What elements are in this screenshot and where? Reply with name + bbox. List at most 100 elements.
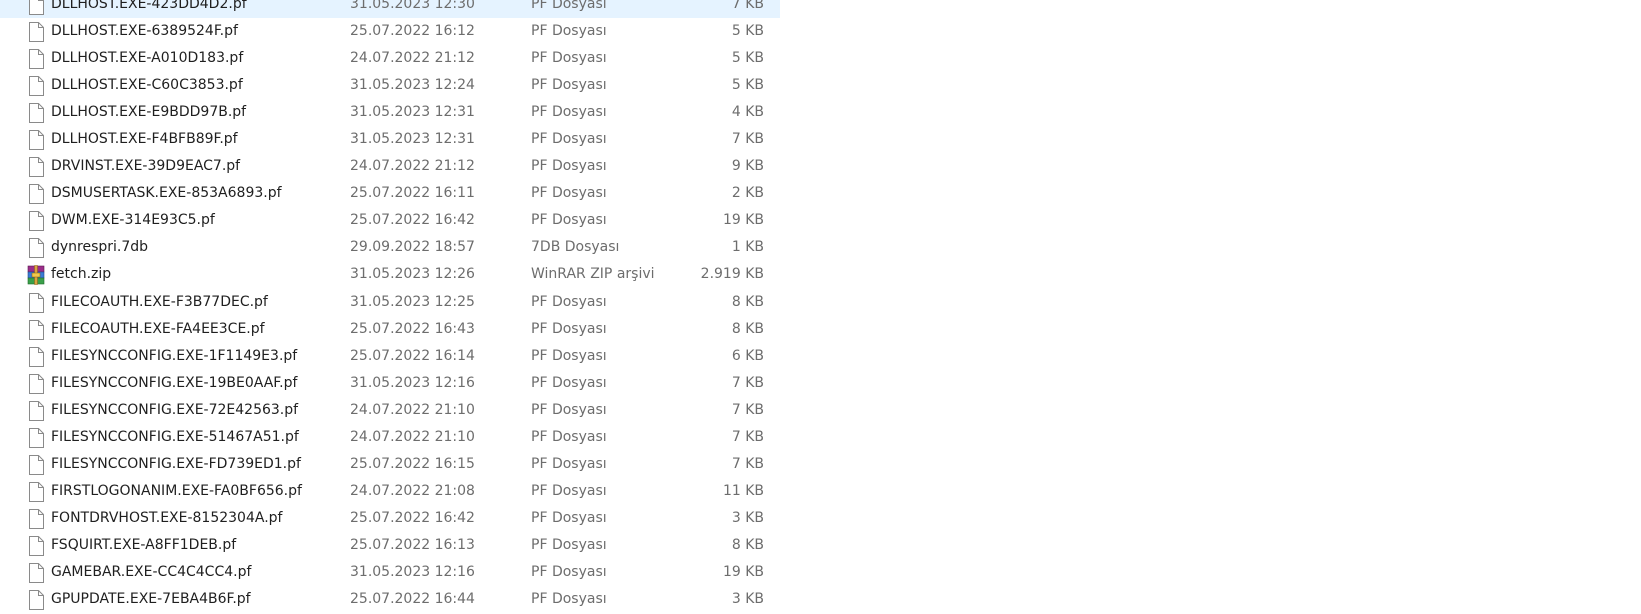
blank-file-icon [26,157,46,177]
blank-file-icon [26,509,46,529]
file-row[interactable]: DLLHOST.EXE-A010D183.pf 24.07.2022 21:12 P… [0,45,780,72]
file-size: 6 KB [731,347,764,364]
file-row[interactable]: DLLHOST.EXE-423DD4D2.pf 31.05.2023 12:30 P… [0,0,780,19]
file-row[interactable]: FILECOAUTH.EXE-F3B77DEC.pf 31.05.2023 12:… [0,289,780,316]
file-type: PF Dosyası [531,563,607,580]
file-size: 9 KB [731,158,764,175]
file-modified-date: 24.07.2022 21:10 [350,428,475,445]
file-type: PF Dosyası [531,23,607,40]
file-name: FSQUIRT.EXE-A8FF1DEB.pf [51,536,237,553]
file-size: 19 KB [722,563,764,580]
file-name: DSMUSERTASK.EXE-853A6893.pf [51,185,282,202]
file-modified-date: 24.07.2022 21:10 [350,401,475,418]
file-row[interactable]: FILESYNCCONFIG.EXE-19BE0AAF.pf 31.05.2023… [0,370,780,397]
file-row[interactable]: DSMUSERTASK.EXE-853A6893.pf 25.07.2022 16… [0,180,780,207]
file-name: FILESYNCCONFIG.EXE-19BE0AAF.pf [51,374,298,391]
file-name: FILECOAUTH.EXE-F3B77DEC.pf [51,293,268,310]
blank-file-icon [26,374,46,394]
file-size: 7 KB [731,401,764,418]
file-name: FILESYNCCONFIG.EXE-FD739ED1.pf [51,455,301,472]
file-type: PF Dosyası [531,320,607,337]
file-row[interactable]: DLLHOST.EXE-F4BFB89F.pf 31.05.2023 12:31 P… [0,126,780,153]
file-row[interactable]: FILESYNCCONFIG.EXE-FD739ED1.pf 25.07.2022… [0,451,780,478]
file-type: WinRAR ZIP arşivi [531,266,655,283]
file-modified-date: 25.07.2022 16:12 [350,23,475,40]
file-row[interactable]: GAMEBAR.EXE-CC4C4CC4.pf 31.05.2023 12:16 P… [0,559,780,586]
file-row[interactable]: DRVINST.EXE-39D9EAC7.pf 24.07.2022 21:12 P… [0,153,780,180]
file-name: GAMEBAR.EXE-CC4C4CC4.pf [51,563,252,580]
file-type: 7DB Dosyası [531,239,620,256]
file-row[interactable]: GPUPDATE.EXE-7EBA4B6F.pf 25.07.2022 16:44… [0,586,780,613]
file-name: FILESYNCCONFIG.EXE-51467A51.pf [51,428,299,445]
file-size: 19 KB [722,212,764,229]
blank-file-icon [26,536,46,556]
file-size: 8 KB [731,320,764,337]
blank-file-icon [26,563,46,583]
file-row[interactable]: FSQUIRT.EXE-A8FF1DEB.pf 25.07.2022 16:13 P… [0,532,780,559]
file-name: DLLHOST.EXE-F4BFB89F.pf [51,131,238,148]
file-modified-date: 25.07.2022 16:42 [350,509,475,526]
blank-file-icon [26,76,46,96]
file-type: PF Dosyası [531,509,607,526]
file-modified-date: 24.07.2022 21:12 [350,158,475,175]
winrar-archive-icon [26,265,46,285]
file-modified-date: 29.09.2022 18:57 [350,239,475,256]
blank-file-icon [26,184,46,204]
file-name: DWM.EXE-314E93C5.pf [51,212,215,229]
blank-file-icon [26,320,46,340]
blank-file-icon [26,293,46,313]
file-type: PF Dosyası [531,212,607,229]
file-row[interactable]: dynrespri.7db 29.09.2022 18:57 7DB Dosyası… [0,234,780,261]
blank-file-icon [26,347,46,367]
file-size: 5 KB [731,23,764,40]
file-name: FIRSTLOGONANIM.EXE-FA0BF656.pf [51,482,302,499]
file-size: 7 KB [731,374,764,391]
file-row[interactable]: FILECOAUTH.EXE-FA4EE3CE.pf 25.07.2022 16:… [0,316,780,343]
file-size: 8 KB [731,536,764,553]
file-row[interactable]: fetch.zip 31.05.2023 12:26 WinRAR ZIP arşi… [0,261,780,288]
file-name: FILECOAUTH.EXE-FA4EE3CE.pf [51,320,265,337]
file-name: DLLHOST.EXE-E9BDD97B.pf [51,104,247,121]
file-name: DLLHOST.EXE-A010D183.pf [51,50,244,67]
file-row[interactable]: FILESYNCCONFIG.EXE-1F1149E3.pf 25.07.2022… [0,343,780,370]
file-name: DLLHOST.EXE-C60C3853.pf [51,77,243,94]
blank-file-icon [26,238,46,258]
file-size: 8 KB [731,293,764,310]
file-type: PF Dosyası [531,482,607,499]
file-modified-date: 25.07.2022 16:15 [350,455,475,472]
file-modified-date: 31.05.2023 12:31 [350,131,475,148]
blank-file-icon [26,455,46,475]
file-name: FILESYNCCONFIG.EXE-72E42563.pf [51,401,299,418]
file-modified-date: 31.05.2023 12:24 [350,77,475,94]
file-type: PF Dosyası [531,347,607,364]
blank-file-icon [26,130,46,150]
file-modified-date: 31.05.2023 12:30 [350,0,475,12]
file-list: DLLHOST.EXE-423DD4D2.pf 31.05.2023 12:30 P… [0,0,1641,613]
file-modified-date: 24.07.2022 21:08 [350,482,475,499]
file-row[interactable]: FILESYNCCONFIG.EXE-72E42563.pf 24.07.2022… [0,397,780,424]
file-modified-date: 24.07.2022 21:12 [350,50,475,67]
file-name: fetch.zip [51,266,112,283]
file-size: 2.919 KB [700,266,764,283]
file-type: PF Dosyası [531,131,607,148]
file-size: 7 KB [731,428,764,445]
file-name: FILESYNCCONFIG.EXE-1F1149E3.pf [51,347,298,364]
file-type: PF Dosyası [531,591,607,608]
file-name: GPUPDATE.EXE-7EBA4B6F.pf [51,591,251,608]
file-row[interactable]: FIRSTLOGONANIM.EXE-FA0BF656.pf 24.07.2022… [0,478,780,505]
file-row[interactable]: DWM.EXE-314E93C5.pf 25.07.2022 16:42 PF Do… [0,207,780,234]
file-type: PF Dosyası [531,185,607,202]
file-modified-date: 31.05.2023 12:16 [350,374,475,391]
file-size: 7 KB [731,455,764,472]
file-row[interactable]: DLLHOST.EXE-6389524F.pf 25.07.2022 16:12 P… [0,18,780,45]
file-row[interactable]: FILESYNCCONFIG.EXE-51467A51.pf 24.07.2022… [0,424,780,451]
blank-file-icon [26,590,46,610]
file-row[interactable]: DLLHOST.EXE-E9BDD97B.pf 31.05.2023 12:31 P… [0,99,780,126]
file-row[interactable]: FONTDRVHOST.EXE-8152304A.pf 25.07.2022 16… [0,505,780,532]
file-modified-date: 25.07.2022 16:13 [350,536,475,553]
file-modified-date: 31.05.2023 12:16 [350,563,475,580]
file-name: DLLHOST.EXE-423DD4D2.pf [51,0,247,12]
file-modified-date: 31.05.2023 12:31 [350,104,475,121]
file-modified-date: 25.07.2022 16:42 [350,212,475,229]
file-row[interactable]: DLLHOST.EXE-C60C3853.pf 31.05.2023 12:24 P… [0,72,780,99]
